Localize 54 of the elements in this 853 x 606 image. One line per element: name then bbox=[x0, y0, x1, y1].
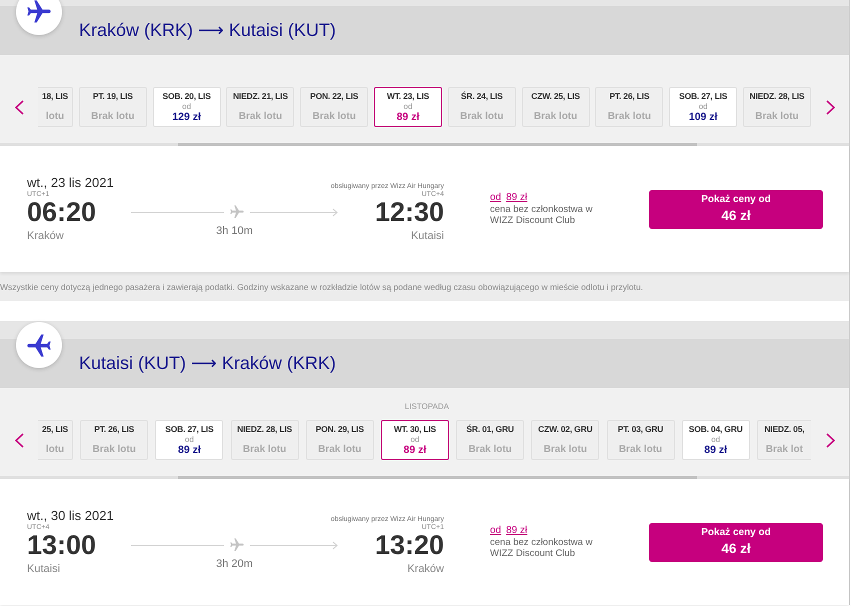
scrollbar-thumb[interactable] bbox=[178, 476, 697, 479]
date-tile[interactable]: NIEDZ. 28, LIS Brak lotu bbox=[742, 87, 811, 127]
arrival-city: Kutaisi bbox=[410, 229, 444, 243]
show-prices-button[interactable]: Pokaż ceny od 46 zł bbox=[649, 190, 823, 228]
from-link[interactable]: od bbox=[490, 192, 502, 204]
flight-duration: 3h 10m bbox=[216, 224, 253, 238]
flight-date: wt., 23 lis 2021 bbox=[27, 175, 115, 191]
date-tile[interactable]: 25, LIS lotu bbox=[38, 420, 73, 460]
arrival-time: 12:30 bbox=[374, 199, 444, 225]
scrollbar-thumb[interactable] bbox=[178, 143, 697, 146]
date-tile[interactable]: PON. 22, LIS Brak lotu bbox=[300, 87, 368, 127]
date-tile[interactable]: SOB. 04, GRU od 89 zł bbox=[682, 420, 750, 460]
member-price-link[interactable]: 89 zł bbox=[506, 192, 528, 204]
member-price-note: cena bez członkostwa w WIZZ Discount Club bbox=[490, 204, 594, 226]
date-tile[interactable]: WT. 30, LIS od 89 zł bbox=[380, 420, 449, 460]
plane-icon bbox=[229, 204, 245, 220]
chevron-right-icon[interactable] bbox=[826, 100, 834, 114]
arrival-city: Kraków bbox=[407, 562, 444, 576]
date-tile[interactable]: PT. 03, GRU Brak lotu bbox=[606, 420, 674, 460]
date-tile[interactable]: PT. 26, LIS Brak lotu bbox=[80, 420, 148, 460]
date-tile[interactable]: ŚR. 01, GRU Brak lotu bbox=[456, 420, 524, 460]
date-tile[interactable]: CZW. 02, GRU Brak lotu bbox=[531, 420, 600, 460]
arrival-time: 13:20 bbox=[374, 532, 444, 558]
member-price-note: cena bez członkostwa w WIZZ Discount Club bbox=[490, 537, 594, 559]
plane-icon bbox=[229, 537, 245, 553]
date-tile[interactable]: 18, LIS lotu bbox=[38, 87, 73, 127]
from-link[interactable]: od bbox=[490, 525, 502, 537]
date-tile[interactable]: SOB. 27, LIS od 89 zł bbox=[155, 420, 224, 460]
month-label: LISTOPADA bbox=[404, 402, 449, 411]
date-tile[interactable]: NIEDZ. 28, LIS Brak lotu bbox=[230, 420, 299, 460]
footnote-text: Wszystkie ceny dotyczą jednego pasażera i zawierają podatki. Godziny wskazane w rozkładzie lotów są podane według czasu obowiązującego w mieście odlotu i przylotu. bbox=[0, 282, 644, 292]
departure-city: Kutaisi bbox=[27, 562, 60, 576]
departure-time: 06:20 bbox=[27, 199, 96, 225]
date-tile[interactable]: PT. 26, LIS Brak lotu bbox=[595, 87, 664, 127]
chevron-left-icon[interactable] bbox=[14, 432, 24, 448]
date-tile[interactable]: PT. 19, LIS Brak lotu bbox=[78, 87, 147, 127]
date-tile[interactable]: SOB. 27, LIS od 109 zł bbox=[669, 87, 738, 127]
flight-duration: 3h 20m bbox=[216, 557, 253, 571]
date-tile[interactable]: ŚR. 24, LIS Brak lotu bbox=[448, 87, 516, 127]
departure-time: 13:00 bbox=[27, 532, 96, 558]
date-tile[interactable]: CZW. 25, LIS Brak lotu bbox=[522, 87, 590, 127]
route-title: Kutaisi (KUT) ⟶ Kraków (KRK) bbox=[79, 353, 336, 374]
date-tile[interactable]: NIEDZ. 05, Brak lot bbox=[756, 420, 811, 460]
show-prices-button[interactable]: Pokaż ceny od 46 zł bbox=[649, 522, 823, 562]
chevron-left-icon[interactable] bbox=[14, 100, 24, 114]
member-price-link[interactable]: 89 zł bbox=[506, 525, 528, 537]
date-tile[interactable]: SOB. 20, LIS od 129 zł bbox=[152, 87, 221, 127]
chevron-right-icon[interactable] bbox=[826, 432, 834, 448]
flight-date: wt., 30 lis 2021 bbox=[27, 508, 115, 524]
date-tile[interactable]: WT. 23, LIS od 89 zł bbox=[374, 87, 442, 127]
date-tile[interactable]: NIEDZ. 21, LIS Brak lotu bbox=[226, 87, 294, 127]
departure-city: Kraków bbox=[27, 229, 64, 243]
date-tile[interactable]: PON. 29, LIS Brak lotu bbox=[306, 420, 374, 460]
route-title: Kraków (KRK) ⟶ Kutaisi (KUT) bbox=[79, 20, 336, 41]
